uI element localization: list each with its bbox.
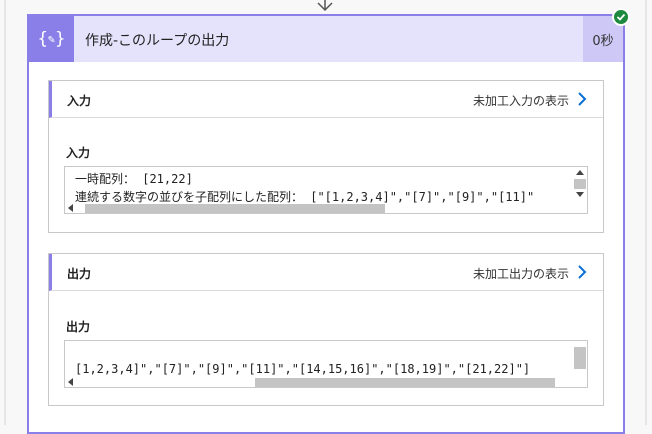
input-line: 一時配列： [21,22]	[75, 172, 193, 186]
show-raw-outputs-link[interactable]: 未加工出力の表示	[473, 265, 569, 282]
inputs-field-label: 入力	[66, 146, 91, 160]
scroll-thumb[interactable]	[574, 179, 586, 189]
outputs-section-header: 出力 未加工出力の表示	[49, 254, 603, 291]
card-title: 作成-このループの出力	[85, 33, 230, 49]
outputs-text-box[interactable]: [1,2,3,4]","[7]","[9]","[11]","[14,15,16…	[64, 340, 588, 388]
scroll-thumb[interactable]	[574, 347, 586, 369]
scroll-up-icon[interactable]	[576, 170, 584, 175]
vertical-scrollbar[interactable]	[573, 341, 587, 387]
inputs-header-label: 入力	[67, 94, 92, 108]
vertical-scrollbar[interactable]	[573, 167, 587, 213]
inputs-section-header: 入力 未加工入力の表示	[49, 81, 603, 118]
success-check-icon	[612, 8, 630, 26]
right-rule	[645, 0, 647, 425]
outputs-field-label: 出力	[66, 320, 91, 334]
chevron-right-icon[interactable]	[577, 264, 587, 280]
chevron-right-icon[interactable]	[577, 91, 587, 107]
outputs-section: 出力 未加工出力の表示 出力 [1,2,3,4]","[7]","[9]","[…	[48, 253, 604, 406]
show-raw-inputs-link[interactable]: 未加工入力の表示	[473, 92, 569, 109]
scroll-thumb[interactable]	[85, 204, 385, 213]
output-line: [1,2,3,4]","[7]","[9]","[11]","[14,15,16…	[75, 362, 531, 376]
outputs-header-label: 出力	[67, 267, 92, 281]
inputs-text-box[interactable]: 一時配列： [21,22] 連続する数字の並びを子配列にした配列： ["[1,2…	[64, 166, 588, 214]
scroll-thumb[interactable]	[255, 378, 555, 387]
flow-down-arrow-icon	[317, 0, 333, 12]
inputs-section: 入力 未加工入力の表示 入力 一時配列： [21,22] 連続する数字の並びを子…	[48, 80, 604, 233]
horizontal-scrollbar[interactable]	[65, 377, 575, 387]
scroll-down-icon[interactable]	[576, 192, 584, 197]
scroll-left-icon[interactable]	[68, 378, 73, 386]
scroll-left-icon[interactable]	[68, 204, 73, 212]
left-rule	[4, 0, 6, 425]
horizontal-scrollbar[interactable]	[65, 203, 575, 213]
card-header[interactable]: {✎} 作成-このループの出力 0秒	[29, 16, 623, 62]
compose-braces-icon: {✎}	[29, 16, 74, 62]
